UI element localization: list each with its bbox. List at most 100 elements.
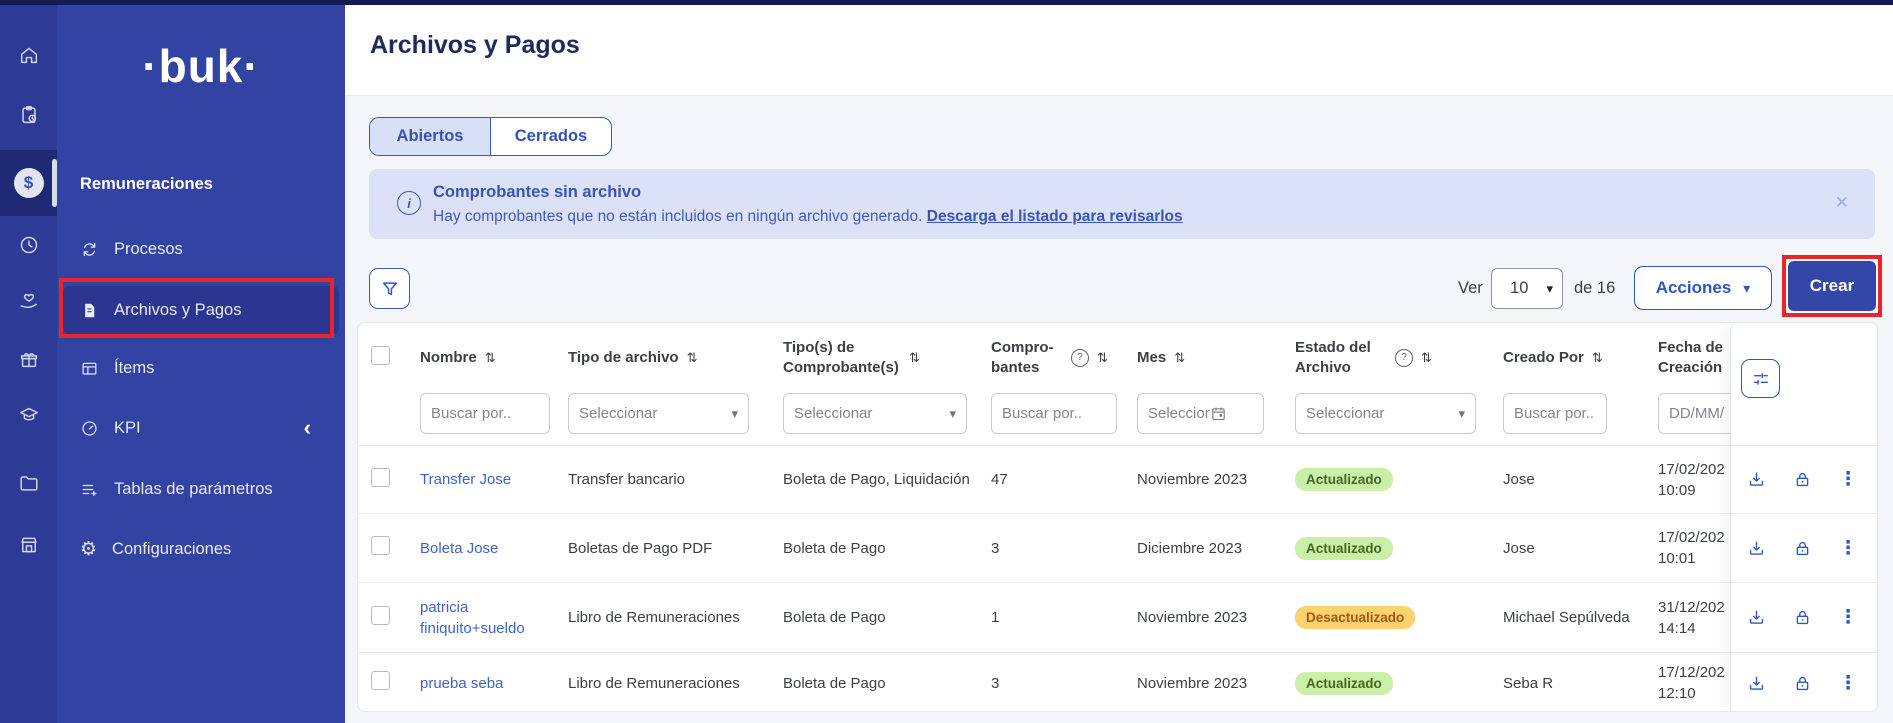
cell-tipo-archivo: Boletas de Pago PDF: [568, 539, 713, 557]
page-size-value: 10: [1510, 279, 1529, 297]
sidebar-item-label: Archivos y Pagos: [114, 300, 242, 319]
hand-heart-icon[interactable]: [0, 272, 57, 328]
sliders-icon: [1753, 372, 1768, 385]
pinned-actions-column: ⋮ ⋮ ⋮ ⋮: [1730, 323, 1877, 711]
clipboard-clock-icon[interactable]: [0, 87, 57, 143]
acciones-button[interactable]: Acciones ▾: [1634, 266, 1772, 310]
sidebar-item-configuraciones[interactable]: ⚙ Configuraciones: [63, 525, 339, 573]
file-name-link[interactable]: Transfer Jose: [420, 471, 511, 488]
status-tabs: Abiertos Cerrados: [369, 117, 612, 156]
clock-icon[interactable]: [0, 217, 57, 273]
sort-icon[interactable]: ⇅: [909, 349, 920, 367]
sidebar-item-label: Ítems: [114, 358, 155, 377]
filter-estado-select[interactable]: Seleccionar ▾: [1295, 393, 1476, 434]
lock-icon[interactable]: [1791, 537, 1813, 559]
sort-icon[interactable]: ⇅: [485, 349, 496, 367]
folder-icon[interactable]: [0, 455, 57, 511]
cell-tipos-comprobante: Boleta de Pago: [783, 674, 886, 692]
filter-tipo-archivo-select[interactable]: Seleccionar ▾: [568, 393, 749, 434]
column-settings-button[interactable]: [1741, 359, 1780, 398]
sort-icon[interactable]: ⇅: [1421, 349, 1432, 367]
crear-button[interactable]: Crear: [1788, 261, 1876, 311]
table-header-row: Nombre ⇅ Tipo de archivo ⇅ Tipo(s) de Co…: [358, 323, 1877, 393]
col-header-tipo-archivo: Tipo de archivo: [568, 348, 679, 366]
filter-button[interactable]: [369, 268, 410, 309]
table-row: patricia finiquito+sueldo Libro de Remun…: [358, 582, 1877, 652]
cell-comprobantes: 3: [991, 674, 1000, 692]
file-name-link[interactable]: prueba seba: [420, 675, 503, 692]
chevron-down-icon: ▾: [949, 405, 956, 421]
row-divider: [1731, 582, 1877, 583]
page-size-select[interactable]: 10 ▾: [1491, 268, 1563, 309]
page-title: Archivos y Pagos: [370, 31, 580, 59]
sidebar-item-procesos[interactable]: Procesos: [63, 225, 339, 273]
filter-tipos-comprobante-select[interactable]: Seleccionar ▾: [783, 393, 967, 434]
banner-text: Hay comprobantes que no están incluidos …: [433, 208, 1183, 226]
cell-tipo-archivo: Libro de Remuneraciones: [568, 674, 740, 692]
filter-creado-por-input[interactable]: [1503, 393, 1607, 434]
kebab-menu-icon[interactable]: ⋮: [1837, 672, 1859, 694]
banner-message: Hay comprobantes que no están incluidos …: [433, 208, 927, 225]
lock-icon[interactable]: [1791, 606, 1813, 628]
graduation-cap-icon[interactable]: [0, 387, 57, 443]
download-icon[interactable]: [1745, 468, 1767, 490]
file-name-link[interactable]: patricia finiquito+sueldo: [420, 599, 525, 637]
download-icon[interactable]: [1745, 606, 1767, 628]
help-icon[interactable]: ?: [1071, 349, 1089, 367]
download-icon[interactable]: [1745, 537, 1767, 559]
tab-cerrados[interactable]: Cerrados: [490, 118, 611, 155]
sidebar-item-label: Configuraciones: [112, 539, 232, 558]
filter-nombre-input[interactable]: [420, 393, 550, 434]
sort-icon[interactable]: ⇅: [1174, 349, 1185, 367]
col-header-estado: Estado del Archivo: [1295, 338, 1371, 376]
sidebar-item-items[interactable]: Ítems: [63, 344, 339, 392]
page-header: Archivos y Pagos: [345, 5, 1893, 96]
row-checkbox[interactable]: [371, 467, 390, 487]
tab-abiertos[interactable]: Abiertos: [370, 118, 490, 155]
lock-icon[interactable]: [1791, 672, 1813, 694]
kebab-menu-icon[interactable]: ⋮: [1837, 537, 1859, 559]
chevron-left-icon[interactable]: ‹: [304, 415, 339, 441]
gauge-icon: [82, 420, 97, 436]
filter-mes-datepicker[interactable]: Seleccione: [1137, 393, 1264, 434]
row-checkbox[interactable]: [371, 536, 390, 555]
sidebar-item-tablas-de-parametros[interactable]: Tablas de parámetros: [63, 465, 339, 513]
sidebar-item-kpi[interactable]: KPI ‹: [63, 404, 339, 452]
file-name-link[interactable]: Boleta Jose: [420, 540, 498, 557]
cell-creado-por: Michael Sepúlveda: [1503, 609, 1630, 626]
sort-icon[interactable]: ⇅: [687, 349, 698, 367]
row-divider: [1731, 445, 1877, 446]
remuneraciones-rail-item[interactable]: $: [0, 150, 57, 216]
cell-tipos-comprobante: Boleta de Pago: [783, 609, 886, 626]
col-header-nombre: Nombre: [420, 348, 477, 366]
download-icon[interactable]: [1745, 672, 1767, 694]
row-actions: ⋮: [1745, 537, 1859, 559]
cell-creado-por: Seba R: [1503, 674, 1554, 692]
lock-icon[interactable]: [1791, 468, 1813, 490]
filter-comprobantes-input[interactable]: [991, 393, 1117, 434]
cell-mes: Diciembre 2023: [1137, 539, 1243, 557]
refresh-icon: [83, 242, 96, 256]
help-icon[interactable]: ?: [1395, 349, 1413, 367]
row-checkbox[interactable]: [371, 605, 390, 625]
kebab-menu-icon[interactable]: ⋮: [1837, 468, 1859, 490]
gift-icon[interactable]: [0, 332, 57, 388]
sidebar-menu: ·buk· Remuneraciones Procesos Archivos y…: [57, 5, 345, 723]
kebab-menu-icon[interactable]: ⋮: [1837, 606, 1859, 628]
sort-icon[interactable]: ⇅: [1097, 349, 1108, 367]
buk-logo: ·buk·: [142, 40, 260, 92]
storefront-icon[interactable]: [0, 517, 57, 573]
banner-download-link[interactable]: Descarga el listado para revisarlos: [927, 208, 1183, 225]
row-checkbox[interactable]: [371, 671, 390, 690]
table-row: Boleta Jose Boletas de Pago PDF Boleta d…: [358, 513, 1877, 582]
cell-tipos-comprobante: Boleta de Pago, Liquidación: [783, 471, 970, 488]
sort-icon[interactable]: ⇅: [1592, 349, 1603, 367]
chevron-down-icon: ▾: [1546, 280, 1553, 296]
sidebar-item-archivos-y-pagos[interactable]: Archivos y Pagos: [63, 286, 339, 334]
home-icon[interactable]: [0, 27, 57, 83]
info-icon: i: [397, 191, 421, 215]
list-plus-icon: [82, 484, 97, 496]
close-icon[interactable]: ✕: [1835, 193, 1849, 213]
ver-label: Ver: [1458, 279, 1483, 297]
select-all-checkbox[interactable]: [371, 346, 390, 365]
